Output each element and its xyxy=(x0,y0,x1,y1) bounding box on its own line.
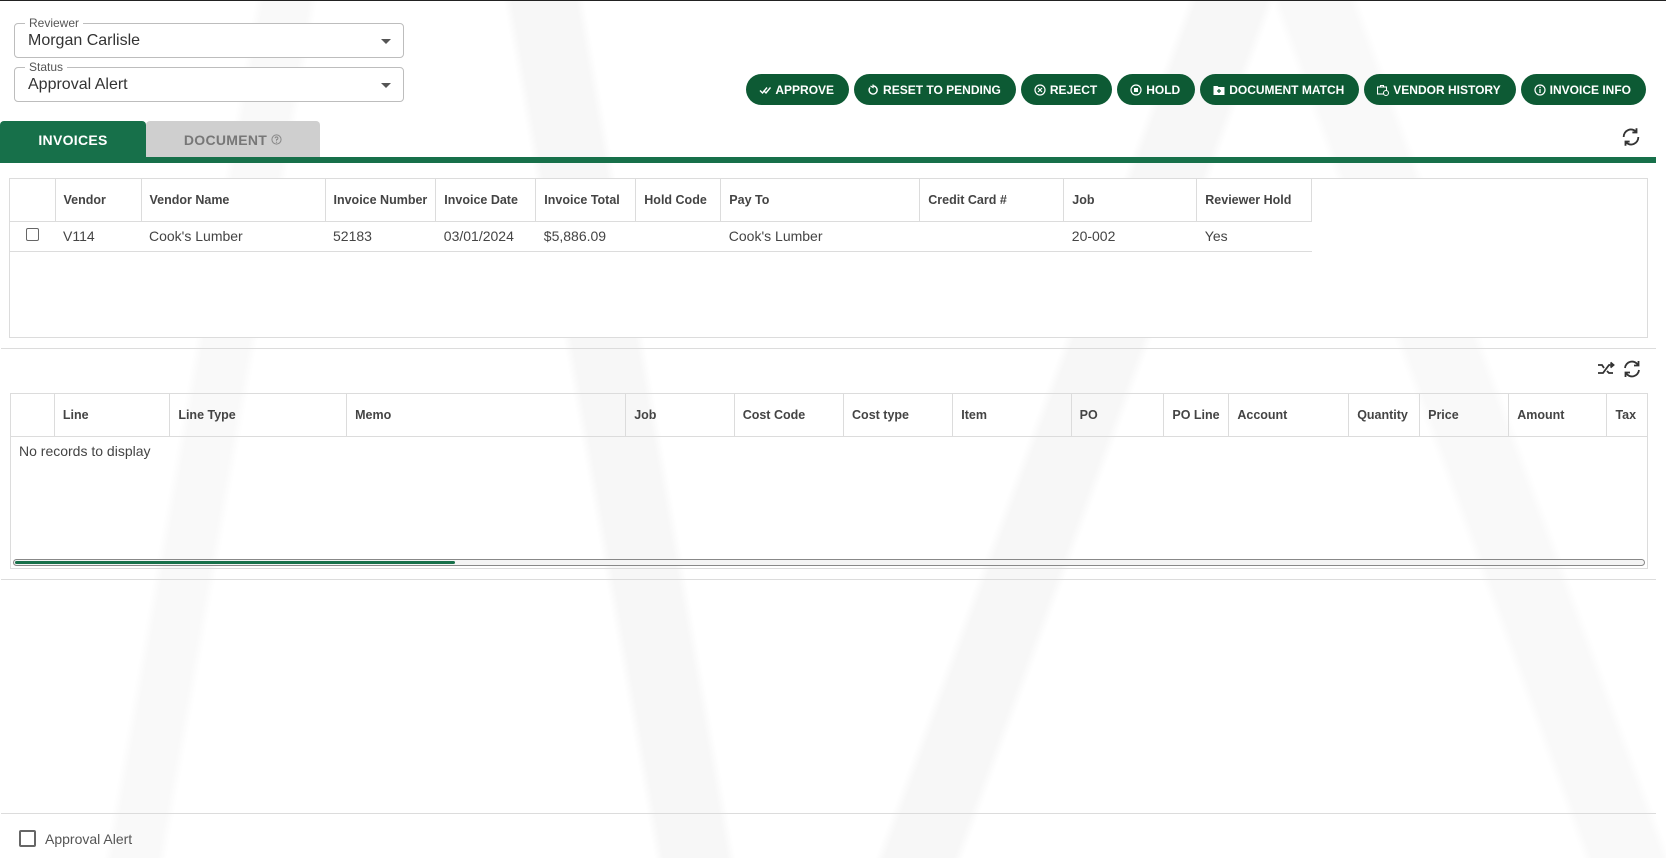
empty-state-text: No records to display xyxy=(19,443,151,459)
row-checkbox[interactable] xyxy=(26,228,39,241)
column-header[interactable]: Job xyxy=(1063,179,1198,222)
approve-button[interactable]: APPROVE xyxy=(746,74,850,105)
scrollbar-thumb[interactable] xyxy=(15,561,455,564)
hold-button[interactable]: HOLD xyxy=(1117,74,1196,105)
x-circle-icon xyxy=(1034,83,1046,96)
column-header[interactable]: Tax xyxy=(1606,394,1647,437)
tab-document[interactable]: DOCUMENT xyxy=(146,121,320,158)
tab-underline xyxy=(0,157,1656,163)
checkbox-box[interactable] xyxy=(19,830,36,847)
status-legend: Status xyxy=(25,60,68,74)
column-header[interactable]: Invoice Number xyxy=(325,179,437,222)
refresh-icon[interactable] xyxy=(1620,126,1642,148)
approval-alert-label: Approval Alert xyxy=(45,830,133,847)
horizontal-scrollbar[interactable] xyxy=(13,559,1645,566)
column-header[interactable]: Cost Code xyxy=(734,394,845,437)
column-header[interactable]: PO xyxy=(1071,394,1165,437)
tab-invoices[interactable]: INVOICES xyxy=(0,121,146,158)
column-header[interactable]: Line xyxy=(54,394,171,437)
vendor-history-button[interactable]: VENDOR HISTORY xyxy=(1364,74,1516,105)
detail-panel xyxy=(1,581,1656,814)
column-header[interactable]: Item xyxy=(952,394,1072,437)
credit-card-cell xyxy=(919,221,1064,252)
vendor-history-label: VENDOR HISTORY xyxy=(1393,82,1501,97)
invoice-info-label: INVOICE INFO xyxy=(1549,82,1631,97)
reviewer-hold-cell: Yes xyxy=(1196,221,1312,252)
column-header[interactable]: Memo xyxy=(346,394,627,437)
approval-alert-checkbox[interactable]: Approval Alert xyxy=(19,830,132,847)
invoice-total-cell: $5,886.09 xyxy=(535,221,636,252)
column-header[interactable]: Credit Card # xyxy=(919,179,1065,222)
column-header[interactable]: Account xyxy=(1228,394,1350,437)
lines-table: Line Line Type Memo Job Cost Code Cost t… xyxy=(11,394,1647,437)
invoices-header-row: Vendor Vendor Name Invoice Number Invoic… xyxy=(10,179,1313,222)
column-header[interactable]: Amount xyxy=(1508,394,1608,437)
column-header[interactable]: Invoice Date xyxy=(435,179,537,222)
reviewer-select[interactable]: Reviewer Morgan Carlisle xyxy=(14,16,404,58)
lines-header-row: Line Line Type Memo Job Cost Code Cost t… xyxy=(11,394,1647,437)
invoice-number-cell: 52183 xyxy=(325,221,436,252)
document-match-button[interactable]: DOCUMENT MATCH xyxy=(1200,74,1360,105)
briefcase-clock-icon xyxy=(1377,84,1390,96)
invoices-table: Vendor Vendor Name Invoice Number Invoic… xyxy=(10,179,1313,252)
stop-circle-icon xyxy=(1130,83,1142,96)
approve-label: APPROVE xyxy=(775,82,835,97)
tab-invoices-label: INVOICES xyxy=(38,131,108,148)
pay-to-cell: Cook's Lumber xyxy=(720,221,920,252)
column-header[interactable]: Invoice Total xyxy=(535,179,637,222)
shuffle-icon[interactable] xyxy=(1596,359,1616,379)
tab-document-label: DOCUMENT xyxy=(183,131,268,148)
reset-icon xyxy=(868,84,878,95)
column-header[interactable]: Vendor Name xyxy=(141,179,326,222)
reset-to-pending-button[interactable]: RESET TO PENDING xyxy=(854,74,1016,105)
reject-label: REJECT xyxy=(1049,82,1098,97)
status-select[interactable]: Status Approval Alert xyxy=(14,60,404,102)
vendor-cell: V114 xyxy=(55,221,141,252)
reviewer-legend: Reviewer xyxy=(25,16,84,30)
reset-label: RESET TO PENDING xyxy=(883,82,1001,97)
hold-code-cell xyxy=(635,221,721,252)
reject-button[interactable]: REJECT xyxy=(1020,74,1113,105)
column-header[interactable]: Reviewer Hold xyxy=(1196,179,1313,222)
column-header[interactable]: Quantity xyxy=(1348,394,1421,437)
column-header[interactable]: Line Type xyxy=(169,394,348,437)
hold-label: HOLD xyxy=(1146,82,1181,97)
tab-bar: INVOICES DOCUMENT xyxy=(0,121,320,158)
column-header[interactable]: Pay To xyxy=(720,179,921,222)
reviewer-value: Morgan Carlisle xyxy=(28,32,141,49)
info-icon xyxy=(1534,83,1546,96)
lines-grid: Line Line Type Memo Job Cost Code Cost t… xyxy=(10,393,1648,569)
select-column-header xyxy=(11,394,55,437)
refresh-icon[interactable] xyxy=(1622,359,1642,379)
column-header[interactable]: Job xyxy=(625,394,735,437)
folder-plus-icon xyxy=(1213,85,1225,95)
column-header[interactable]: Vendor xyxy=(55,179,142,222)
column-header[interactable]: Hold Code xyxy=(635,179,722,222)
chevron-down-icon xyxy=(381,83,391,88)
check-double-icon xyxy=(759,86,772,94)
invoice-info-button[interactable]: INVOICE INFO xyxy=(1520,74,1646,105)
action-toolbar: APPROVE RESET TO PENDING REJECT HOLD DOC… xyxy=(746,74,1646,105)
column-header[interactable]: Cost type xyxy=(843,394,954,437)
row-select-cell[interactable] xyxy=(10,221,55,252)
chevron-down-icon xyxy=(381,39,391,44)
invoice-date-cell: 03/01/2024 xyxy=(435,221,536,252)
lines-toolbar xyxy=(1596,359,1642,379)
table-row[interactable]: V114 Cook's Lumber 52183 03/01/2024 $5,8… xyxy=(10,221,1312,252)
job-cell: 20-002 xyxy=(1063,221,1197,252)
help-circle-icon xyxy=(271,134,282,145)
document-match-label: DOCUMENT MATCH xyxy=(1229,82,1345,97)
column-header[interactable]: Price xyxy=(1419,394,1510,437)
status-value: Approval Alert xyxy=(28,76,128,93)
select-column-header xyxy=(10,179,56,222)
column-header[interactable]: PO Line xyxy=(1163,394,1230,437)
invoices-grid: Vendor Vendor Name Invoice Number Invoic… xyxy=(9,178,1648,338)
vendor-name-cell: Cook's Lumber xyxy=(141,221,325,252)
